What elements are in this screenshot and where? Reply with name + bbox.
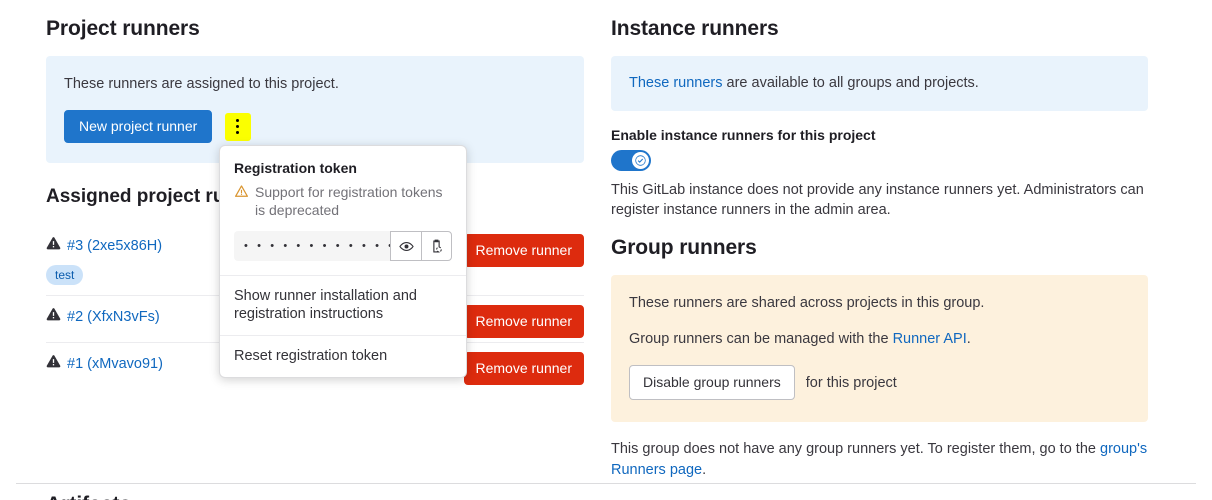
group-runners-line1: These runners are shared across projects…: [629, 295, 985, 311]
warning-triangle-icon: [46, 236, 61, 256]
warning-triangle-icon: [234, 184, 249, 219]
group-runners-line2-suffix: .: [966, 331, 971, 347]
warning-triangle-icon: [46, 354, 61, 374]
remove-runner-button[interactable]: Remove runner: [463, 305, 584, 338]
enable-instance-runners-label: Enable instance runners for this project: [611, 127, 876, 143]
artifacts-section-title: Artifacts: [46, 492, 131, 500]
instance-runners-helper-text: This GitLab instance does not provide an…: [611, 182, 1144, 218]
group-runners-title: Group runners: [611, 236, 757, 259]
eye-icon[interactable]: [390, 231, 421, 261]
new-project-runner-button[interactable]: New project runner: [64, 110, 213, 143]
registration-token-title: Registration token: [234, 160, 357, 176]
group-runners-info-box: These runners are shared across projects…: [611, 275, 1148, 422]
these-runners-link[interactable]: These runners: [629, 75, 723, 91]
instance-runners-info-box: These runners are available to all group…: [611, 56, 1148, 111]
section-divider: [16, 483, 1196, 484]
runner-row-actions: Remove runner: [463, 305, 584, 338]
group-runners-line2: Group runners can be managed with the Ru…: [629, 329, 1130, 349]
runner-row-actions: Remove runner: [463, 234, 584, 267]
registration-token-value: • • • • • • • • • • • • • •: [234, 231, 390, 261]
dropdown-item-reset-token[interactable]: Reset registration token: [220, 335, 466, 377]
project-runners-title: Project runners: [46, 17, 200, 40]
check-icon: [632, 152, 649, 169]
clipboard-icon[interactable]: [421, 231, 452, 261]
dropdown-item-show-instructions[interactable]: Show runner installation and registratio…: [220, 275, 466, 335]
instance-runners-info-rest: are available to all groups and projects…: [722, 75, 979, 91]
project-runners-info-text: These runners are assigned to this proje…: [64, 76, 339, 92]
group-runners-footer: This group does not have any group runne…: [611, 439, 1148, 481]
group-runners-footer-text: This group does not have any group runne…: [611, 441, 1100, 457]
runners-settings-page: Project runners These runners are assign…: [0, 0, 1212, 500]
disable-group-runners-suffix: for this project: [805, 374, 897, 391]
registration-token-deprecation-notice: Support for registration tokens is depre…: [234, 183, 452, 219]
runner-link[interactable]: #2 (XfxN3vFs): [67, 309, 160, 325]
ellipsis-vertical-icon[interactable]: [224, 112, 251, 141]
registration-token-section: Registration token Support for registrat…: [220, 146, 466, 275]
disable-group-runners-row: Disable group runners for this project: [629, 365, 1130, 400]
instance-runners-info-text: These runners are available to all group…: [629, 73, 1130, 93]
warning-triangle-icon: [46, 307, 61, 327]
disable-group-runners-button[interactable]: Disable group runners: [629, 365, 795, 400]
registration-token-dropdown: Registration token Support for registrat…: [219, 145, 467, 378]
enable-instance-runners-toggle[interactable]: [611, 150, 651, 171]
runner-api-link[interactable]: Runner API: [893, 331, 967, 347]
deprecation-text: Support for registration tokens is depre…: [255, 184, 443, 218]
group-runners-footer-suffix: .: [702, 462, 707, 478]
registration-token-field-row: • • • • • • • • • • • • • •: [234, 231, 452, 261]
runner-link[interactable]: #3 (2xe5x86H): [67, 238, 162, 254]
remove-runner-button[interactable]: Remove runner: [463, 352, 584, 385]
instance-runners-title: Instance runners: [611, 17, 779, 40]
instance-and-group-runners-column: Instance runners These runners are avail…: [611, 16, 1148, 481]
remove-runner-button[interactable]: Remove runner: [463, 234, 584, 267]
runner-tag-badge: test: [46, 265, 84, 285]
group-runners-line2-prefix: Group runners can be managed with the: [629, 331, 893, 347]
project-runners-actions: New project runner: [64, 110, 566, 143]
runner-link[interactable]: #1 (xMvavo91): [67, 356, 163, 372]
